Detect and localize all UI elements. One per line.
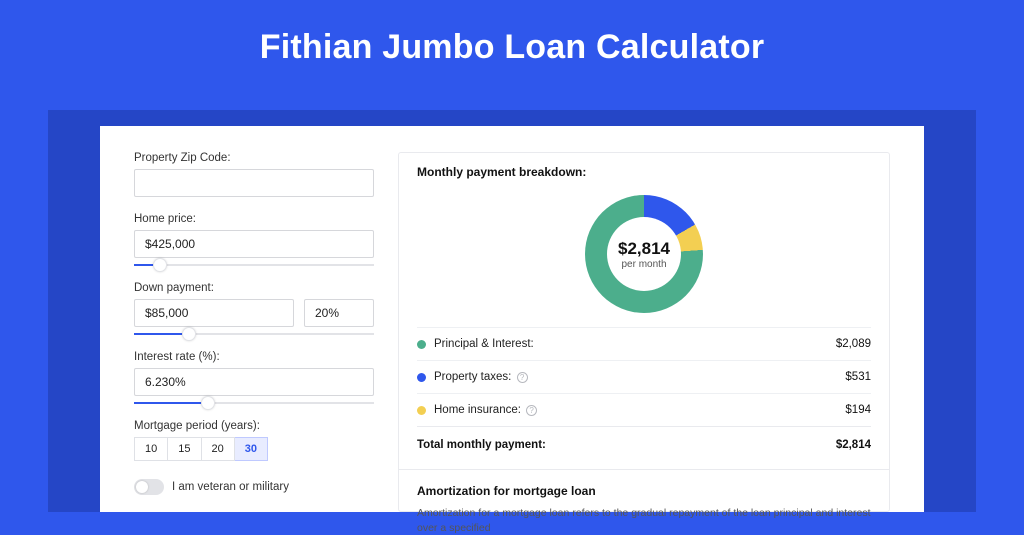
legend-taxes: Property taxes: ? $531: [417, 360, 871, 393]
calculator-card: Property Zip Code: Home price: Down paym…: [100, 126, 924, 512]
info-icon[interactable]: ?: [517, 372, 528, 383]
donut-sub: per month: [621, 259, 666, 270]
amortization-section: Amortization for mortgage loan Amortizat…: [399, 469, 889, 535]
period-options: 10 15 20 30: [134, 437, 374, 461]
down-slider[interactable]: [134, 333, 374, 335]
veteran-label: I am veteran or military: [172, 481, 289, 493]
down-slider-handle[interactable]: [182, 327, 196, 341]
legend-label: Property taxes: ?: [434, 371, 837, 383]
inputs-panel: Property Zip Code: Home price: Down paym…: [134, 152, 374, 512]
period-option-30[interactable]: 30: [235, 437, 268, 461]
field-interest-rate: Interest rate (%):: [134, 351, 374, 404]
field-mortgage-period: Mortgage period (years): 10 15 20 30: [134, 420, 374, 461]
breakdown-title: Monthly payment breakdown:: [417, 165, 871, 179]
amortization-text: Amortization for a mortgage loan refers …: [417, 506, 871, 535]
period-option-10[interactable]: 10: [134, 437, 168, 461]
legend-principal: Principal & Interest: $2,089: [417, 327, 871, 360]
page-title: Fithian Jumbo Loan Calculator: [0, 0, 1024, 77]
amortization-title: Amortization for mortgage loan: [417, 484, 871, 498]
zip-input[interactable]: [134, 169, 374, 197]
period-option-20[interactable]: 20: [202, 437, 235, 461]
donut-amount: $2,814: [618, 239, 670, 259]
dot-icon: [417, 406, 426, 415]
price-label: Home price:: [134, 213, 374, 225]
legend-value: $531: [845, 371, 871, 383]
price-input[interactable]: [134, 230, 374, 258]
down-label: Down payment:: [134, 282, 374, 294]
total-row: Total monthly payment: $2,814: [417, 426, 871, 463]
legend-label: Principal & Interest:: [434, 338, 828, 350]
dot-icon: [417, 373, 426, 382]
dot-icon: [417, 340, 426, 349]
veteran-row: I am veteran or military: [134, 479, 374, 495]
period-label: Mortgage period (years):: [134, 420, 374, 432]
legend-insurance: Home insurance: ? $194: [417, 393, 871, 426]
rate-slider[interactable]: [134, 402, 374, 404]
legend-label: Home insurance: ?: [434, 404, 837, 416]
rate-input[interactable]: [134, 368, 374, 396]
payment-donut-chart: $2,814 per month: [585, 195, 703, 313]
zip-label: Property Zip Code:: [134, 152, 374, 164]
period-option-15[interactable]: 15: [168, 437, 201, 461]
price-slider[interactable]: [134, 264, 374, 266]
down-percent-input[interactable]: [304, 299, 374, 327]
legend-value: $194: [845, 404, 871, 416]
total-value: $2,814: [836, 439, 871, 451]
down-amount-input[interactable]: [134, 299, 294, 327]
total-label: Total monthly payment:: [417, 439, 836, 451]
price-slider-handle[interactable]: [153, 258, 167, 272]
rate-label: Interest rate (%):: [134, 351, 374, 363]
breakdown-panel: Monthly payment breakdown: $2,814 per mo…: [398, 152, 890, 512]
rate-slider-handle[interactable]: [201, 396, 215, 410]
veteran-toggle[interactable]: [134, 479, 164, 495]
legend-value: $2,089: [836, 338, 871, 350]
field-down-payment: Down payment:: [134, 282, 374, 335]
field-zip: Property Zip Code:: [134, 152, 374, 197]
info-icon[interactable]: ?: [526, 405, 537, 416]
field-home-price: Home price:: [134, 213, 374, 266]
donut-wrap: $2,814 per month: [417, 189, 871, 327]
